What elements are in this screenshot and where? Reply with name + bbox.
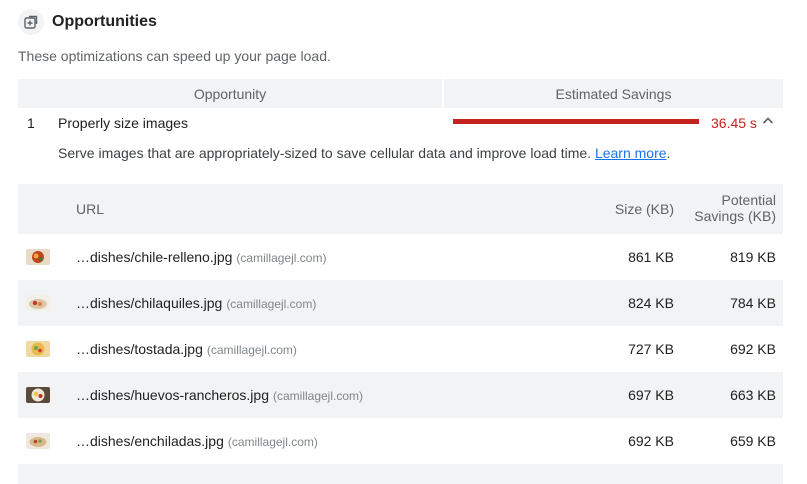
details-table-header: URL Size (KB) Potential Savings (KB) <box>18 184 783 234</box>
resource-size: 861 KB <box>628 249 674 265</box>
url-origin: (camillagejl.com) <box>236 251 327 265</box>
column-header-savings: Estimated Savings <box>444 79 783 108</box>
table-row: …dishes/tostada.jpg (camillagejl.com) 727… <box>18 326 783 372</box>
potential-savings: 663 KB <box>730 387 776 403</box>
url-origin: (camillagejl.com) <box>273 389 364 403</box>
potential-savings: 819 KB <box>730 249 776 265</box>
url-path: …dishes/huevos-rancheros.jpg <box>76 387 269 403</box>
image-thumbnail <box>26 341 50 357</box>
image-url[interactable]: …dishes/chilaquiles.jpg (camillagejl.com) <box>76 295 316 311</box>
opportunity-description: Serve images that are appropriately-size… <box>58 145 670 161</box>
url-origin: (camillagejl.com) <box>206 343 297 357</box>
potential-savings: 692 KB <box>730 341 776 357</box>
opportunity-table-header: Opportunity Estimated Savings <box>18 79 783 108</box>
resource-size: 727 KB <box>628 341 674 357</box>
potential-header-line2: Savings (KB) <box>694 208 776 224</box>
potential-savings: 659 KB <box>730 433 776 449</box>
section-subtitle: These optimizations can speed up your pa… <box>18 48 331 64</box>
table-row: …dishes/chilaquiles.jpg (camillagejl.com)… <box>18 280 783 326</box>
image-thumbnail <box>26 249 50 265</box>
image-thumbnail <box>26 433 50 449</box>
url-path: …dishes/enchiladas.jpg <box>76 433 224 449</box>
potential-savings: 784 KB <box>730 295 776 311</box>
opportunity-number: 1 <box>27 115 35 131</box>
image-url[interactable]: …dishes/huevos-rancheros.jpg (camillagejl… <box>76 387 363 403</box>
column-header-potential-savings: Potential Savings (KB) <box>666 192 776 224</box>
url-path: …dishes/chile-relleno.jpg <box>76 249 233 265</box>
table-row <box>18 464 783 484</box>
url-origin: (camillagejl.com) <box>226 297 317 311</box>
opportunity-title: Properly size images <box>58 115 188 131</box>
description-suffix: . <box>666 145 671 161</box>
resource-size: 824 KB <box>628 295 674 311</box>
url-path: …dishes/tostada.jpg <box>76 341 203 357</box>
table-row: …dishes/huevos-rancheros.jpg (camillagejl… <box>18 372 783 418</box>
image-url[interactable]: …dishes/enchiladas.jpg (camillagejl.com) <box>76 433 318 449</box>
details-table: URL Size (KB) Potential Savings (KB) …di… <box>18 184 783 484</box>
description-text: Serve images that are appropriately-size… <box>58 145 592 161</box>
image-thumbnail <box>26 387 50 403</box>
image-url[interactable]: …dishes/chile-relleno.jpg (camillagejl.co… <box>76 249 326 265</box>
section-title: Opportunities <box>52 13 157 30</box>
url-path: …dishes/chilaquiles.jpg <box>76 295 223 311</box>
potential-header-line1: Potential <box>721 192 776 208</box>
column-header-opportunity: Opportunity <box>18 79 442 108</box>
resource-size: 692 KB <box>628 433 674 449</box>
resource-size: 697 KB <box>628 387 674 403</box>
table-row: …dishes/chile-relleno.jpg (camillagejl.co… <box>18 234 783 280</box>
savings-bar <box>453 119 699 124</box>
column-header-url: URL <box>76 201 105 217</box>
savings-value: 36.45 s <box>711 115 757 131</box>
opportunity-icon <box>18 9 44 35</box>
savings-bar-fill <box>453 119 699 124</box>
section-header: Opportunities <box>18 8 157 36</box>
chevron-up-icon[interactable] <box>761 114 775 128</box>
opportunity-row[interactable]: 1 Properly size images 36.45 s <box>18 110 783 136</box>
url-origin: (camillagejl.com) <box>227 435 318 449</box>
image-thumbnail <box>26 295 50 311</box>
learn-more-link[interactable]: Learn more <box>595 145 667 161</box>
table-row: …dishes/enchiladas.jpg (camillagejl.com) … <box>18 418 783 464</box>
image-url[interactable]: …dishes/tostada.jpg (camillagejl.com) <box>76 341 297 357</box>
